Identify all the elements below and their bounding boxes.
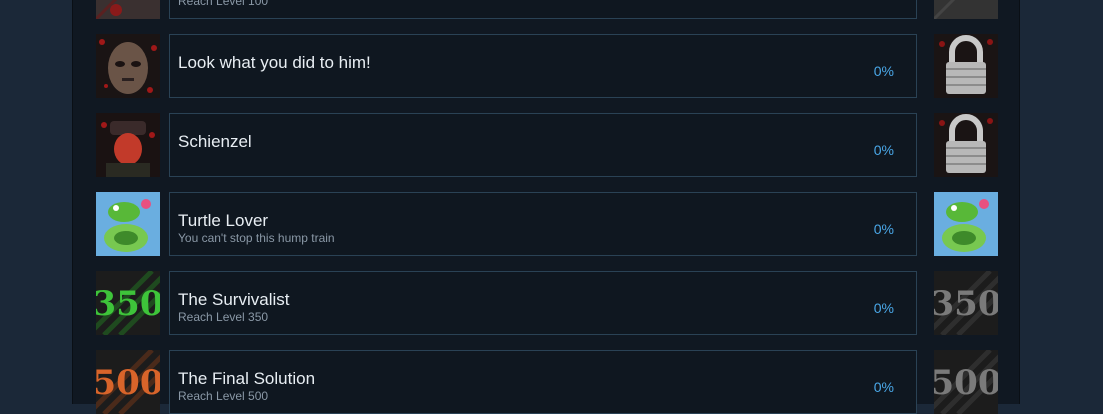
badge-number: 350 — [96, 284, 160, 324]
achievement-card: Look what you did to him! 0% — [169, 34, 917, 98]
achievements-panel: Reach Level 100 Look what you did to him… — [72, 0, 1021, 414]
badge-number: 500 — [96, 363, 160, 403]
level-500-badge-icon: 500 — [96, 350, 160, 414]
achievement-card: Turtle Lover You can't stop this hump tr… — [169, 192, 917, 256]
turtles-icon — [96, 192, 160, 256]
padlock-icon — [934, 34, 998, 98]
achievement-card: The Survivalist Reach Level 350 0% — [169, 271, 917, 335]
level-100-badge-icon — [934, 0, 998, 19]
achievement-card: Schienzel 0% — [169, 113, 917, 177]
level-350-badge-icon: 350 — [96, 271, 160, 335]
achievement-percent: 0% — [873, 63, 894, 79]
achievement-title: The Final Solution — [178, 369, 316, 388]
achievement-percent: 0% — [873, 142, 894, 158]
badge-number: 350 — [934, 284, 998, 324]
achievement-description: Reach Level 100 — [178, 0, 269, 8]
achievement-row: Turtle Lover You can't stop this hump tr… — [73, 192, 1021, 256]
level-100-badge-icon — [96, 0, 160, 19]
achievement-title: Look what you did to him! — [178, 53, 371, 72]
achievement-row: Reach Level 100 — [73, 0, 1021, 19]
achievement-title: The Survivalist — [178, 290, 290, 309]
achievement-row: Look what you did to him! 0% — [73, 34, 1021, 98]
achievement-description: You can't stop this hump train — [178, 231, 335, 245]
padlock-icon — [934, 113, 998, 177]
achievement-description: Reach Level 350 — [178, 310, 269, 324]
achievement-percent: 0% — [873, 300, 894, 316]
masked-face-icon — [96, 34, 160, 98]
badge-number: 500 — [934, 363, 998, 403]
achievement-card: Reach Level 100 — [169, 0, 917, 19]
level-350-badge-icon: 350 — [934, 271, 998, 335]
soldier-portrait-icon — [96, 113, 160, 177]
achievement-title: Turtle Lover — [178, 211, 269, 230]
turtles-icon — [934, 192, 998, 256]
achievement-row: Schienzel 0% — [73, 113, 1021, 177]
achievement-title: Schienzel — [178, 132, 252, 151]
achievement-card: The Final Solution Reach Level 500 0% — [169, 350, 917, 414]
achievement-row: 350 The Survivalist Reach Level 350 0% 3… — [73, 271, 1021, 335]
achievement-percent: 0% — [873, 379, 894, 395]
achievement-description: Reach Level 500 — [178, 389, 269, 403]
achievement-percent: 0% — [873, 221, 894, 237]
level-500-badge-icon: 500 — [934, 350, 998, 414]
achievement-row: 500 The Final Solution Reach Level 500 0… — [73, 350, 1021, 414]
